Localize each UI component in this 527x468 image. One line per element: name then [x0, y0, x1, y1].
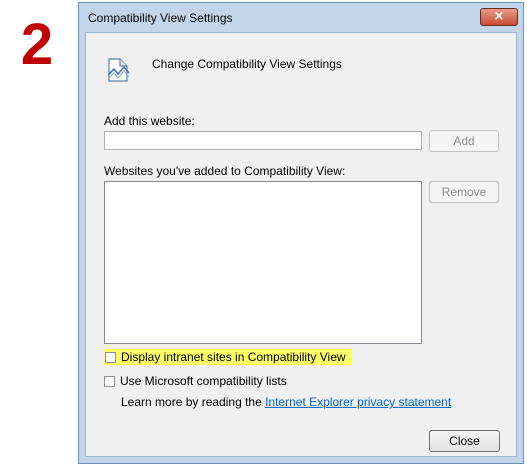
ms-compat-lists-option[interactable]: Use Microsoft compatibility lists: [104, 373, 287, 389]
close-icon: ×: [493, 9, 505, 24]
intranet-sites-label: Display intranet sites in Compatibility …: [121, 350, 346, 364]
compatibility-view-icon: [106, 55, 130, 83]
remove-button[interactable]: Remove: [429, 181, 499, 203]
learn-more-prefix: Learn more by reading the: [121, 395, 266, 409]
dialog-body: Change Compatibility View Settings Add t…: [85, 32, 517, 457]
highlight-marker: Display intranet sites in Compatibility …: [104, 349, 352, 365]
websites-list[interactable]: [104, 181, 422, 344]
websites-list-label: Websites you've added to Compatibility V…: [104, 164, 346, 178]
dialog-title: Compatibility View Settings: [88, 11, 233, 25]
title-bar[interactable]: Compatibility View Settings ×: [79, 3, 523, 31]
privacy-statement-link[interactable]: Internet Explorer privacy statement: [265, 395, 451, 409]
add-button[interactable]: Add: [429, 130, 499, 152]
compatibility-view-dialog: Compatibility View Settings × Change Com…: [78, 2, 524, 464]
intranet-sites-checkbox[interactable]: [105, 351, 116, 363]
add-website-input[interactable]: [104, 131, 422, 150]
intranet-sites-option[interactable]: Display intranet sites in Compatibility …: [104, 349, 352, 365]
add-website-label: Add this website:: [104, 114, 195, 128]
title-close-button[interactable]: ×: [480, 8, 518, 26]
dialog-heading: Change Compatibility View Settings: [152, 57, 342, 71]
ms-compat-lists-label: Use Microsoft compatibility lists: [120, 374, 287, 388]
close-button[interactable]: Close: [429, 430, 500, 452]
learn-more-text: Learn more by reading the Internet Explo…: [121, 395, 451, 409]
step-number: 2: [20, 12, 54, 77]
ms-compat-lists-checkbox[interactable]: [104, 375, 115, 387]
